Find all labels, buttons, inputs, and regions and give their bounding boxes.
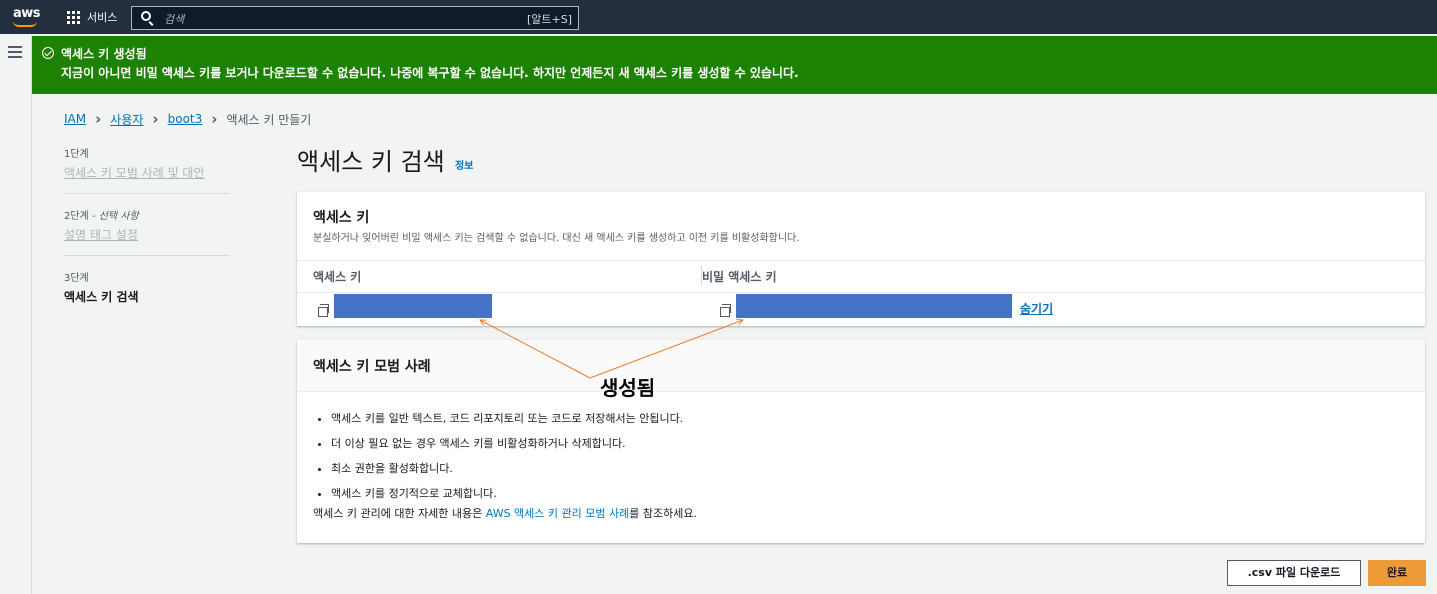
success-flash-banner: 액세스 키 생성됨 지금이 아니면 비밀 액세스 키를 보거나 다운로드할 수 … [32, 36, 1437, 94]
hide-secret-link[interactable]: 숨기기 [1020, 300, 1053, 317]
aws-logo[interactable]: aws [11, 6, 41, 28]
wizard-step-1: 1단계 액세스 키 모범 사례 및 대안 [64, 145, 205, 181]
rail-divider [31, 34, 32, 594]
step-link[interactable]: 설명 태그 설정 [64, 226, 139, 243]
breadcrumb-current: 액세스 키 만들기 [226, 112, 312, 127]
column-header-access-key: 액세스 키 [313, 270, 362, 284]
annotation-label: 생성됨 [600, 376, 656, 400]
download-csv-button[interactable]: .csv 파일 다운로드 [1227, 560, 1361, 586]
step-number: 3단계 [64, 273, 89, 284]
chevron-right-icon: › [95, 110, 102, 128]
copy-icon[interactable] [720, 304, 731, 317]
step-divider [64, 193, 230, 194]
best-practices-footer: 액세스 키 관리에 대한 자세한 내용은 AWS 액세스 키 관리 모범 사례를… [313, 507, 697, 520]
breadcrumb-users[interactable]: 사용자 [110, 111, 143, 128]
done-button[interactable]: 완료 [1368, 560, 1426, 586]
wizard-step-2: 2단계 - 선택 사항 설명 태그 설정 [64, 207, 139, 243]
wizard-step-3: 3단계 액세스 키 검색 [64, 269, 139, 305]
list-item: 최소 권한을 활성화합니다. [331, 460, 683, 476]
menu-icon[interactable] [8, 46, 22, 58]
search-shortcut: [알트+S] [526, 13, 572, 26]
breadcrumb-user[interactable]: boot3 [168, 112, 203, 126]
search-input[interactable]: 검색 [알트+S] [131, 6, 579, 30]
access-key-panel: 액세스 키 분실하거나 잊어버린 비밀 액세스 키는 검색할 수 없습니다. 대… [297, 192, 1425, 326]
access-key-value-redacted [334, 294, 492, 318]
services-label: 서비스 [87, 11, 118, 24]
grid-icon [67, 10, 80, 24]
services-menu-button[interactable]: 서비스 [67, 9, 117, 25]
panel-header: 액세스 키 모범 사례 [297, 340, 1425, 392]
best-practices-panel: 액세스 키 모범 사례 액세스 키를 일반 텍스트, 코드 리포지토리 또는 코… [297, 340, 1425, 543]
search-placeholder: 검색 [164, 13, 185, 26]
info-link[interactable]: 정보 [455, 157, 473, 172]
top-navigation: aws 서비스 검색 [알트+S] [0, 0, 1437, 34]
step-number: 2단계 - 선택 사항 [64, 211, 139, 222]
column-header-secret-key: 비밀 액세스 키 [702, 270, 777, 284]
page-title: 액세스 키 검색 [297, 148, 445, 176]
best-practices-list: 액세스 키를 일반 텍스트, 코드 리포지토리 또는 코드로 저장해서는 안됩니… [331, 410, 683, 510]
copy-icon[interactable] [318, 304, 329, 317]
breadcrumb: IAM › 사용자 › boot3 › 액세스 키 만들기 [64, 110, 311, 128]
divider [297, 260, 1425, 261]
secret-key-value-redacted [736, 294, 1012, 318]
aws-smile-icon [13, 21, 37, 27]
flash-title: 액세스 키 생성됨 [61, 47, 147, 61]
list-item: 더 이상 필요 없는 경우 액세스 키를 비활성화하거나 삭제합니다. [331, 435, 683, 451]
panel-heading: 액세스 키 [313, 210, 370, 226]
chevron-right-icon: › [211, 110, 218, 128]
list-item: 액세스 키를 일반 텍스트, 코드 리포지토리 또는 코드로 저장해서는 안됩니… [331, 410, 683, 426]
search-icon [141, 11, 151, 21]
step-link[interactable]: 액세스 키 모범 사례 및 대안 [64, 164, 205, 181]
step-current: 액세스 키 검색 [64, 290, 139, 304]
panel-heading: 액세스 키 모범 사례 [313, 359, 431, 375]
flash-message: 지금이 아니면 비밀 액세스 키를 보거나 다운로드할 수 없습니다. 나중에 … [61, 66, 799, 80]
chevron-right-icon: › [152, 110, 159, 128]
divider [297, 292, 1425, 293]
breadcrumb-iam[interactable]: IAM [64, 112, 86, 126]
panel-description: 분실하거나 잊어버린 비밀 액세스 키는 검색할 수 없습니다. 대신 새 액세… [313, 233, 800, 244]
step-number: 1단계 [64, 149, 89, 160]
list-item: 액세스 키를 정기적으로 교체합니다. [331, 485, 683, 501]
best-practices-link[interactable]: AWS 액세스 키 관리 모범 사례 [486, 507, 629, 520]
aws-logo-text: aws [13, 6, 41, 21]
success-check-icon [42, 47, 54, 59]
step-divider [64, 255, 230, 256]
